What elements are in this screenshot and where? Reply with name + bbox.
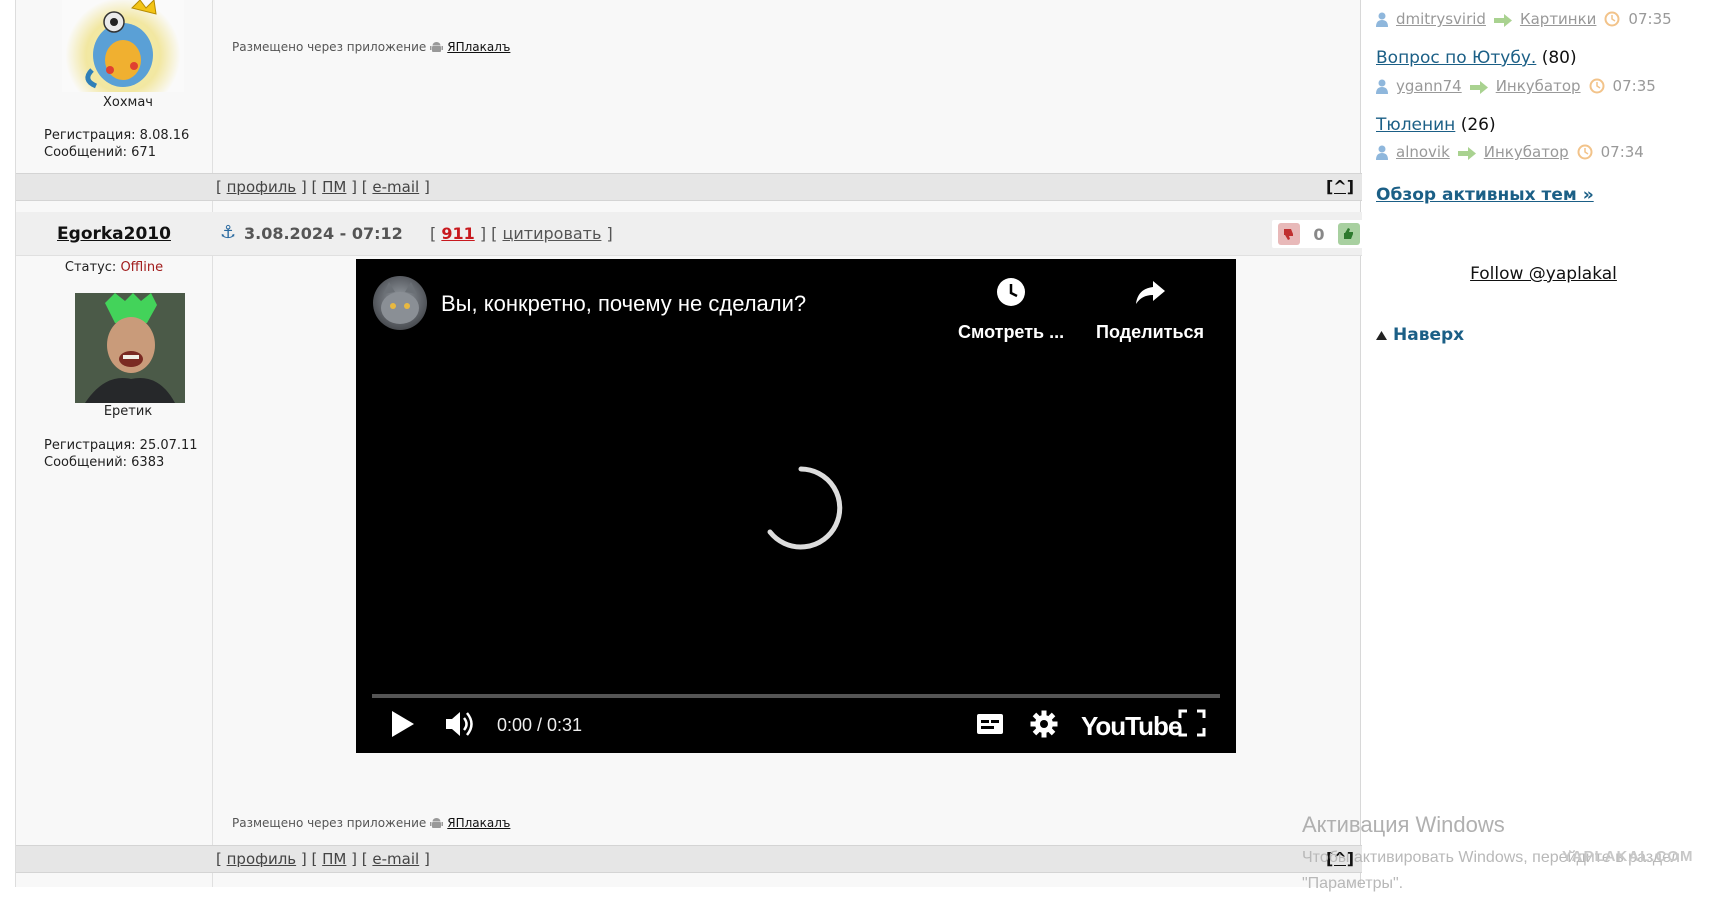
topic-time: 07:34: [1600, 143, 1644, 161]
watch-later-button[interactable]: Смотреть ...: [958, 275, 1064, 343]
time-display: 0:00 / 0:31: [497, 715, 583, 735]
video-title[interactable]: Вы, конкретно, почему не сделали?: [441, 291, 806, 317]
triangle-up-icon: [1376, 325, 1387, 345]
topic-author-link[interactable]: alnovik: [1396, 143, 1450, 161]
message-count: Сообщений: 671: [44, 145, 156, 160]
quote-link[interactable]: цитировать: [502, 224, 601, 243]
volume-icon[interactable]: [444, 709, 476, 739]
android-icon: [430, 41, 444, 54]
topic-forum-link[interactable]: Инкубатор: [1496, 77, 1581, 95]
topic-meta: ygann74 Инкубатор 07:35: [1376, 77, 1656, 95]
subtitles-icon[interactable]: [975, 709, 1005, 739]
app-note-text: Размещено через приложение: [232, 816, 427, 830]
topic-title-link[interactable]: Вопрос по Ютубу.: [1376, 48, 1536, 68]
share-label: Поделиться: [1096, 322, 1205, 342]
topic-count: (80): [1541, 48, 1577, 68]
windows-activation-title: Активация Windows: [1302, 812, 1505, 837]
back-to-top-label: Наверх: [1393, 325, 1465, 345]
user-registration: Регистрация: 25.07.11 Сообщений: 6383: [44, 437, 198, 471]
follow-twitter-link[interactable]: Follow @yaplakal: [1362, 264, 1725, 284]
clock-icon: [1577, 144, 1593, 160]
scroll-up-button[interactable]: [^]: [1326, 177, 1354, 196]
fullscreen-icon[interactable]: [1178, 709, 1206, 737]
topic-item: Тюленин (26): [1376, 115, 1496, 135]
youtube-logo[interactable]: YouTube: [1081, 711, 1182, 742]
topic-item: Вопрос по Ютубу. (80): [1376, 48, 1577, 68]
user-title: Еретик: [103, 404, 153, 419]
thumbs-down-icon[interactable]: [1278, 223, 1300, 245]
user-icon: [1376, 145, 1388, 160]
post-footer-links: [ профиль ] [ ПМ ] [ e-mail ]: [216, 178, 430, 196]
topic-time: 07:35: [1612, 77, 1656, 95]
progress-bar[interactable]: [372, 694, 1220, 698]
thumbs-up-icon[interactable]: [1337, 223, 1360, 245]
topic-author-link[interactable]: ygann74: [1396, 77, 1462, 95]
post-footer-links: [ профиль ] [ ПМ ] [ e-mail ]: [216, 850, 430, 868]
status-label: Статус:: [64, 260, 117, 275]
topic-time: 07:35: [1628, 10, 1672, 28]
user-registration: Регистрация: 8.08.16 Сообщений: 671: [44, 127, 189, 161]
clock-icon: [1589, 78, 1605, 94]
arrow-right-icon: [1457, 146, 1476, 160]
topic-forum-link[interactable]: Картинки: [1520, 10, 1596, 28]
clock-icon: [1604, 11, 1620, 27]
android-icon: [430, 817, 444, 830]
topic-count: (26): [1460, 115, 1496, 135]
post-footer-bar: [ профиль ] [ ПМ ] [ e-mail ] [^]: [16, 845, 1362, 873]
post-number-link[interactable]: 911: [441, 224, 474, 243]
user-avatar-hohmach[interactable]: [62, 0, 184, 92]
play-icon[interactable]: [390, 709, 416, 739]
app-note-text: Размещено через приложение: [232, 40, 427, 54]
registration-date: Регистрация: 8.08.16: [44, 128, 190, 143]
loading-spinner-icon: [758, 465, 844, 551]
youtube-player[interactable]: Вы, конкретно, почему не сделали? Смотре…: [356, 259, 1236, 753]
status-value: Offline: [120, 260, 164, 275]
anchor-icon[interactable]: ⚓: [220, 222, 236, 243]
message-count: Сообщений: 6383: [44, 455, 165, 470]
app-link[interactable]: ЯПлакалъ: [447, 816, 510, 830]
back-to-top-link[interactable]: Наверх: [1376, 325, 1464, 345]
username-link[interactable]: Egorka2010: [16, 224, 212, 244]
user-icon: [1376, 12, 1388, 27]
profile-link[interactable]: профиль: [227, 850, 297, 868]
windows-activation-line: "Параметры".: [1302, 875, 1404, 892]
site-watermark: YAPLAKAL.COM: [1562, 848, 1694, 865]
pm-link[interactable]: ПМ: [322, 178, 346, 196]
settings-gear-icon[interactable]: [1029, 709, 1059, 739]
forum-area: Хохмач Регистрация: 8.08.16 Сообщений: 6…: [15, 0, 1366, 887]
active-topics-sidebar: dmitrysvirid Картинки 07:35 Вопрос по Ют…: [1362, 0, 1725, 887]
share-button[interactable]: Поделиться: [1096, 275, 1204, 343]
pm-link[interactable]: ПМ: [322, 850, 346, 868]
arrow-right-icon: [1469, 80, 1488, 94]
app-note: Размещено через приложение ЯПлакалъ: [232, 816, 510, 830]
post-rating: 0: [1272, 220, 1366, 248]
watch-later-label: Смотреть ...: [958, 322, 1065, 342]
topic-meta: dmitrysvirid Картинки 07:35: [1376, 10, 1672, 28]
topic-title-link[interactable]: Тюленин: [1376, 115, 1455, 135]
column-divider: [212, 0, 213, 887]
active-topics-overview-link[interactable]: Обзор активных тем »: [1376, 185, 1594, 205]
post-actions: [ 911 ] [ цитировать ]: [430, 224, 613, 243]
user-status: Статус: Offline: [16, 260, 212, 275]
profile-link[interactable]: профиль: [227, 178, 297, 196]
post-header: Egorka2010 ⚓ 3.08.2024 - 07:12 [ 911 ] […: [16, 212, 1366, 256]
email-link[interactable]: e-mail: [372, 850, 419, 868]
clock-icon: [994, 275, 1028, 314]
post-footer-bar: [ профиль ] [ ПМ ] [ e-mail ] [^]: [16, 173, 1362, 201]
user-icon: [1376, 79, 1388, 94]
app-note: Размещено через приложение ЯПлакалъ: [232, 40, 510, 54]
arrow-right-icon: [1493, 13, 1512, 27]
share-icon: [1133, 275, 1167, 314]
registration-date: Регистрация: 25.07.11: [44, 438, 198, 453]
post-date: 3.08.2024 - 07:12: [244, 224, 403, 243]
email-link[interactable]: e-mail: [372, 178, 419, 196]
user-avatar-egorka[interactable]: [75, 293, 185, 403]
topic-meta: alnovik Инкубатор 07:34: [1376, 143, 1644, 161]
rating-value: 0: [1313, 224, 1325, 244]
app-link[interactable]: ЯПлакалъ: [447, 40, 510, 54]
user-title: Хохмач: [102, 95, 153, 110]
channel-avatar[interactable]: [373, 276, 427, 330]
topic-author-link[interactable]: dmitrysvirid: [1396, 10, 1486, 28]
topic-forum-link[interactable]: Инкубатор: [1484, 143, 1569, 161]
